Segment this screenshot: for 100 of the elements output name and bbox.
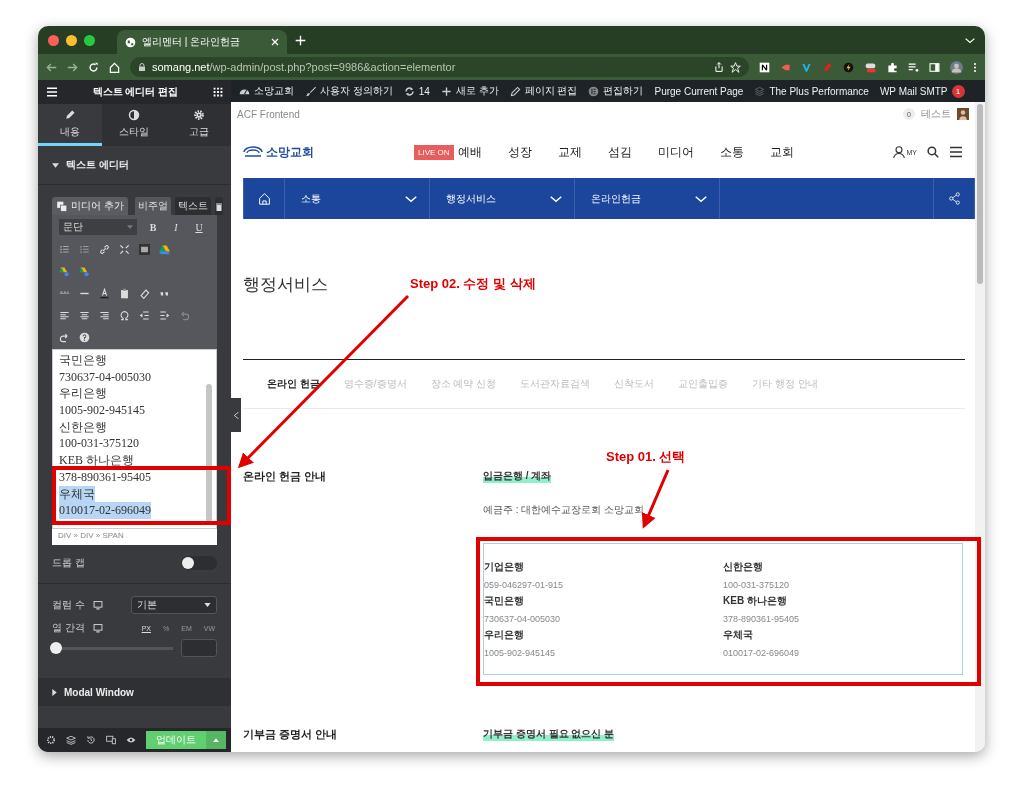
close-window-button[interactable] — [48, 34, 59, 46]
panel-tab[interactable]: 내용 — [38, 104, 103, 146]
admin-bar-item[interactable]: WP Mail SMTP 1 — [879, 84, 965, 98]
bank-name: 우체국 — [723, 628, 754, 642]
desktop-icon — [92, 600, 103, 610]
panel-title: 텍스트 에디터 편집 — [92, 85, 179, 99]
eraser-icon — [139, 287, 150, 299]
nav-link[interactable]: 예배 — [457, 143, 482, 161]
address-field[interactable]: somang.net/wp-admin/post.php?post=9986&action=elementor — [130, 57, 749, 77]
playlist-icon — [908, 61, 919, 73]
bullet-list-icon — [59, 243, 70, 255]
account-number: 100-031-375120 — [723, 580, 791, 590]
v-icon — [801, 61, 812, 73]
add-media-button[interactable]: 미디어 추가 — [52, 197, 128, 215]
media-icon — [56, 200, 68, 212]
home-button[interactable] — [243, 178, 285, 219]
setting-label: 드롭 캡 — [52, 556, 85, 570]
editor-text-line: 국민은행 — [59, 352, 107, 369]
editor-text-line: 100-031-375120 — [59, 435, 139, 453]
account-number: 378-890361-95405 — [723, 614, 801, 624]
account-number: 010017-02-696049 — [723, 648, 801, 658]
share-icon — [947, 192, 961, 205]
setting-label: 열 간격 — [52, 621, 85, 635]
breadcrumb-dropdown[interactable]: 온라인헌금 — [575, 178, 720, 219]
outdent-icon — [139, 309, 150, 321]
reload-icon — [88, 61, 99, 73]
zoom-window-button[interactable] — [84, 34, 95, 46]
admin-bar-item[interactable]: 사용자 정의하기 — [305, 84, 393, 98]
contrast-icon — [128, 108, 141, 121]
nav-link[interactable]: 소통 — [719, 143, 744, 161]
caret-up-icon — [213, 738, 219, 742]
admin-bar-item[interactable]: 새로 추가 — [440, 84, 499, 98]
format-button[interactable]: B — [146, 221, 160, 233]
breadcrumb-dropdown[interactable]: 소통 — [285, 178, 430, 219]
annotation-label: Step 01. 선택 — [606, 448, 686, 466]
slider-handle[interactable] — [50, 641, 62, 654]
close-icon — [271, 38, 279, 46]
chevron-down-icon — [965, 36, 975, 44]
avatar-icon — [957, 108, 969, 120]
editor-mode-tab[interactable]: 텍스트 — [174, 197, 211, 215]
menu-icon — [949, 146, 963, 158]
drive-people-icon — [59, 265, 70, 277]
columns-select[interactable]: 기본 — [131, 596, 217, 614]
marker-icon — [822, 61, 833, 73]
setting-label: 컬럼 수 — [52, 598, 85, 612]
history-icon — [86, 735, 96, 745]
admin-bar-item[interactable]: 페이지 편집 — [509, 84, 578, 98]
nav-link[interactable]: 성장 — [507, 143, 532, 161]
minimize-window-button[interactable] — [66, 34, 77, 46]
trash-icon — [214, 201, 223, 211]
format-select[interactable]: 문단 — [59, 219, 137, 235]
editor-text-line: 신한은행 — [59, 418, 107, 436]
search-icon — [927, 146, 939, 158]
gap-input-field[interactable] — [181, 639, 217, 657]
highlighted-label: 입금은행 / 계좌 — [483, 469, 552, 483]
settings-icon — [192, 108, 205, 121]
editor-mode-tab[interactable]: 비주얼 — [134, 197, 171, 215]
admin-bar-item[interactable]: The Plus Performance — [754, 85, 869, 97]
admin-bar-item[interactable]: 14 — [403, 85, 430, 97]
admin-bar-item[interactable]: 소망교회 — [239, 84, 294, 98]
editor-text-line: 우리은행 — [59, 385, 107, 403]
admin-bar-item[interactable]: 편집하기 — [588, 84, 644, 98]
section-title[interactable]: Modal Window — [64, 686, 134, 698]
editor-text-line: 378-890361-95405 — [59, 468, 151, 486]
editor-text-line: 730637-04-005030 — [59, 368, 151, 386]
nav-link[interactable]: 교회 — [769, 143, 794, 161]
numbered-list-icon — [79, 243, 90, 255]
collapse-panel-button[interactable] — [231, 398, 241, 432]
format-button[interactable]: I — [169, 221, 183, 233]
forward-icon — [67, 61, 78, 73]
site-logo[interactable]: 소망교회 — [243, 143, 314, 161]
settings-icon — [46, 735, 56, 745]
new-tab-icon — [295, 34, 306, 46]
bank-name: 기업은행 — [484, 560, 525, 574]
bolt-icon — [843, 61, 854, 73]
drop-cap-toggle[interactable] — [181, 556, 217, 570]
bank-name: 우리은행 — [484, 628, 525, 642]
nav-link[interactable]: 교제 — [557, 143, 582, 161]
panel-tab[interactable]: 스타일 — [102, 104, 167, 146]
format-button[interactable]: U — [192, 221, 206, 233]
paste-icon — [119, 287, 130, 299]
browser-tab[interactable]: 엘리멘터 | 온라인헌금 — [117, 30, 287, 54]
eye-icon — [126, 735, 136, 745]
avatar-icon — [950, 60, 963, 74]
text-editor-field[interactable]: 국민은행 730637-04-005030 우리은행 1005-902-945145 신한은행 100-031-375120 KEB 하나은행 378-890361-95405 우체국 010017-02-696049 — [52, 349, 217, 529]
editor-text-line: KEB 하나은행 — [59, 452, 134, 469]
admin-bar-item[interactable]: Purge Current Page — [654, 85, 744, 97]
help-icon — [79, 331, 90, 343]
home-icon — [257, 192, 271, 205]
redo-icon — [59, 331, 70, 343]
breadcrumb-dropdown[interactable]: 행정서비스 — [430, 178, 575, 219]
delete-button[interactable] — [214, 197, 223, 215]
section-title[interactable]: 텍스트 에디터 — [66, 158, 129, 172]
nav-link[interactable]: 미디어 — [657, 143, 694, 161]
desktop-icon — [92, 623, 103, 633]
panel-tab[interactable]: 고급 — [166, 104, 231, 146]
chevron-down-icon — [695, 194, 707, 203]
nav-link[interactable]: 섬김 — [607, 143, 632, 161]
chevron-down-icon — [405, 194, 417, 203]
bank-name: 국민은행 — [484, 594, 525, 608]
